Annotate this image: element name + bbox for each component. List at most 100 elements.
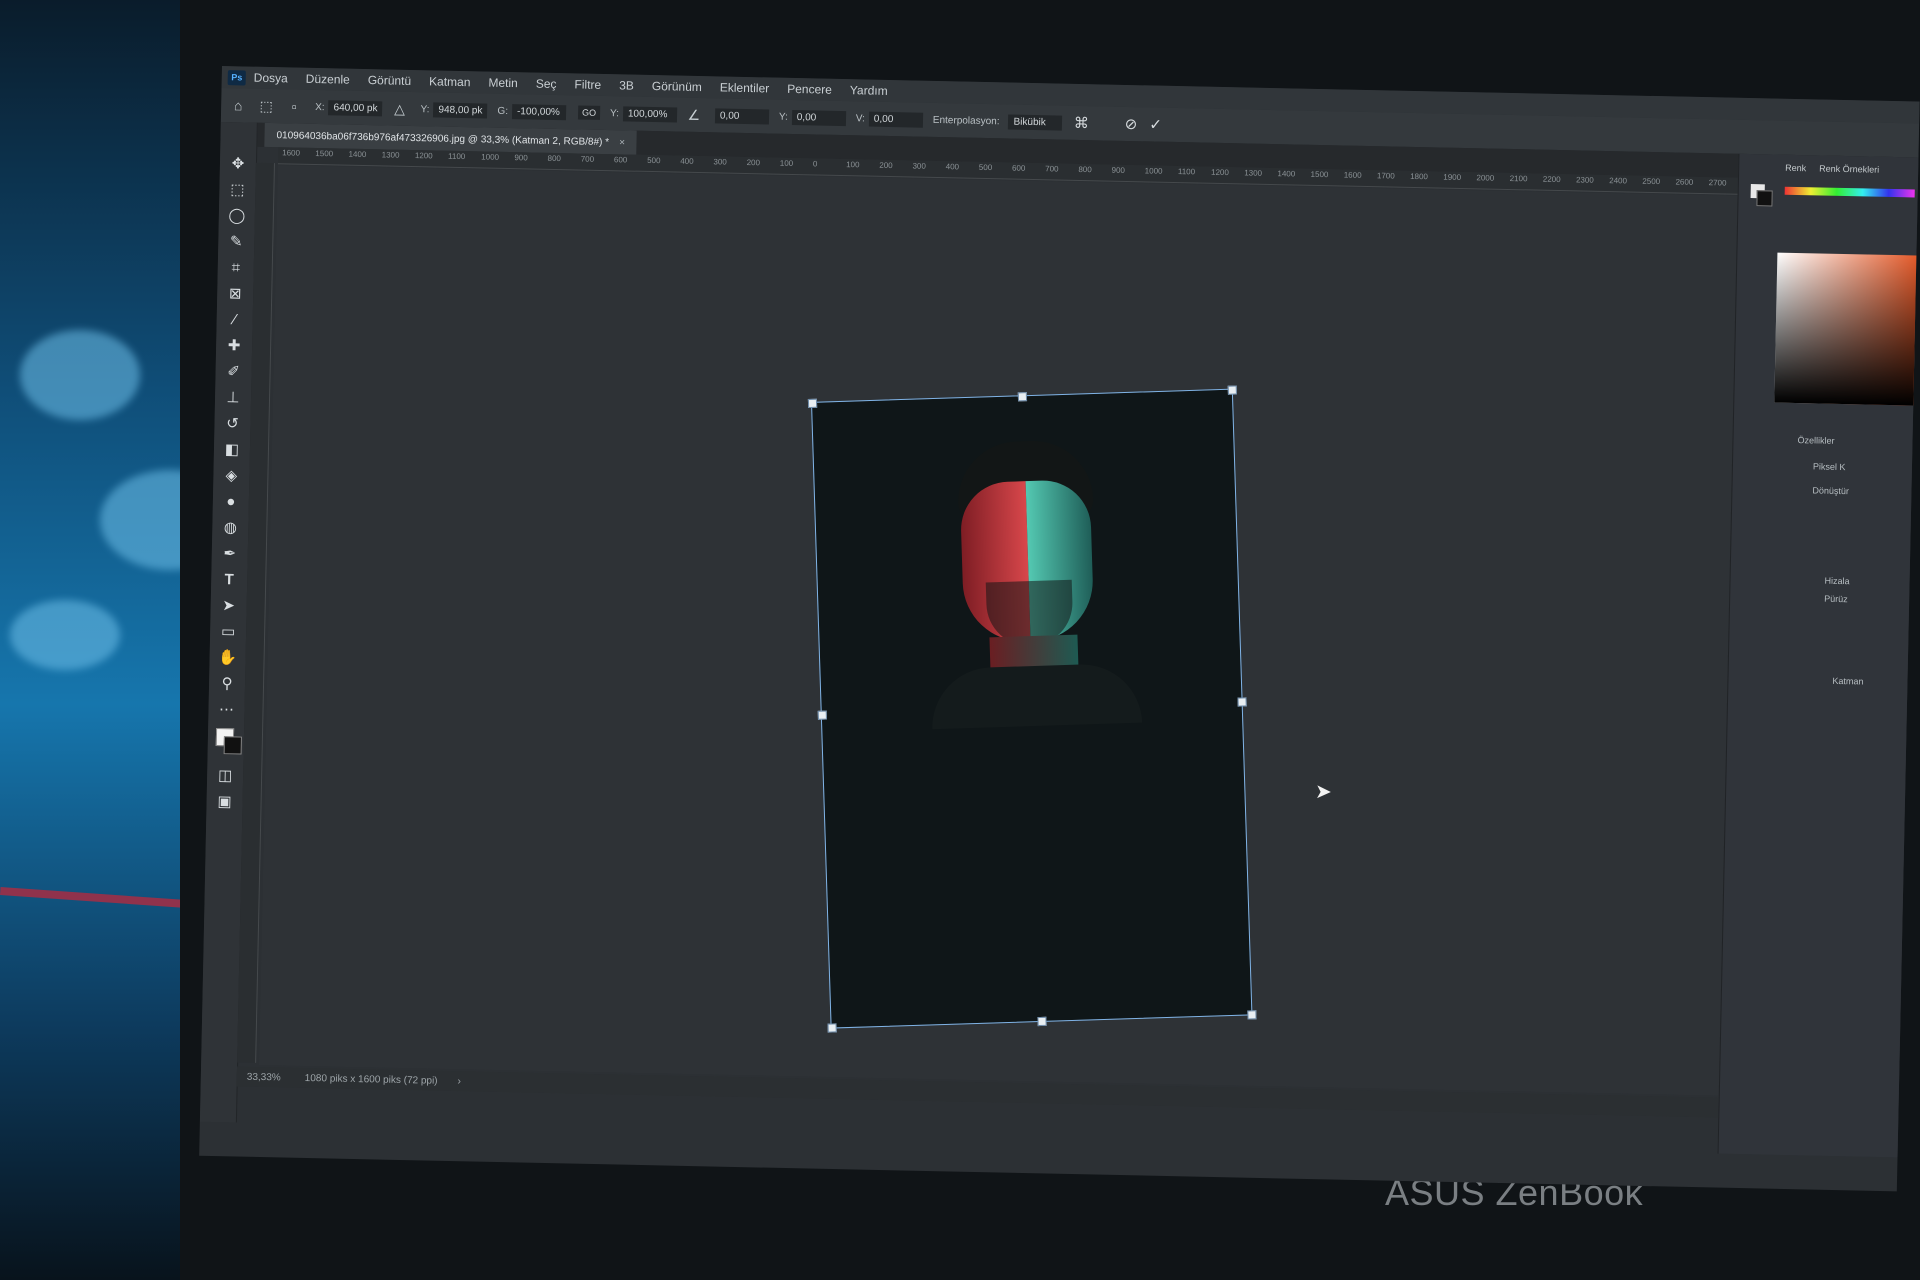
quick-select-icon[interactable]: ✎ (218, 228, 255, 255)
width-input[interactable]: -100,00% (511, 103, 567, 120)
x-field[interactable]: X: 640,00 pk (315, 99, 383, 116)
y-input[interactable]: 948,00 pk (433, 101, 488, 119)
frame-icon[interactable]: ⊠ (217, 280, 254, 307)
ruler-tick: 100 (846, 160, 860, 170)
brush-icon[interactable]: ✐ (215, 358, 252, 385)
swatches-tab[interactable]: Renk Örnekleri (1819, 163, 1879, 174)
zoom-level[interactable]: 33,33% (247, 1071, 281, 1083)
interpolation-select[interactable]: Bikübik (1007, 113, 1062, 131)
crop-icon[interactable]: ⌗ (218, 254, 255, 281)
app-logo[interactable]: Ps (227, 69, 246, 85)
menu-select[interactable]: Seç (536, 77, 557, 91)
ruler-tick: 400 (680, 156, 694, 166)
home-icon[interactable]: ⌂ (227, 97, 249, 113)
ruler-tick: 700 (1045, 164, 1059, 174)
close-tab-icon[interactable]: × (619, 137, 625, 148)
hand-icon[interactable]: ✋ (209, 644, 246, 671)
cancel-transform-icon[interactable]: ⊘ (1125, 115, 1138, 133)
ruler-tick: 1900 (1443, 172, 1462, 182)
height-label: Y: (609, 107, 620, 119)
background-color-swatch[interactable] (223, 736, 242, 755)
delta-icon[interactable]: △ (388, 100, 410, 117)
height-input[interactable]: 100,00% (622, 105, 678, 123)
move-icon[interactable]: ✥ (220, 150, 257, 177)
rectangle-icon[interactable]: ▭ (210, 618, 247, 645)
angle-field[interactable]: 0,00 (714, 107, 770, 124)
smooth-label: Pürüz (1824, 593, 1848, 605)
properties-section-title[interactable]: Özellikler (1797, 435, 1834, 446)
transform-handle-left[interactable] (817, 710, 827, 720)
hue-slider[interactable] (1784, 186, 1915, 198)
hskew-input[interactable]: 0,00 (791, 109, 846, 126)
status-arrow-icon[interactable]: › (457, 1076, 461, 1087)
portrait-image (812, 390, 1251, 1028)
color-tab[interactable]: Renk (1785, 163, 1806, 173)
blur-icon[interactable]: ● (213, 488, 250, 515)
commit-transform-icon[interactable]: ✓ (1149, 115, 1162, 133)
menu-filter[interactable]: Filtre (574, 77, 601, 92)
ruler-tick: 900 (514, 153, 528, 163)
image-layer[interactable] (807, 385, 1257, 1033)
warp-icon[interactable]: ⌘ (1074, 114, 1089, 132)
quick-mask-icon[interactable]: ◫ (207, 762, 244, 789)
marquee-icon[interactable]: ⬚ (219, 176, 256, 203)
transform-handle-bottom-right[interactable] (1247, 1010, 1257, 1020)
pen-icon[interactable]: ✒ (212, 540, 249, 567)
x-input[interactable]: 640,00 pk (328, 99, 383, 116)
dodge-icon[interactable]: ◍ (212, 514, 249, 541)
interpolation-field[interactable]: Enterpolasyon: Bikübik (933, 112, 1062, 131)
ruler-tick: 100 (779, 158, 794, 168)
menu-file[interactable]: Dosya (254, 71, 288, 86)
transform-handle-top-left[interactable] (807, 398, 818, 408)
transform-handle-top-right[interactable] (1227, 385, 1237, 395)
eyedropper-icon[interactable]: ⁄ (216, 306, 253, 333)
transform-handle-top[interactable] (1017, 392, 1028, 402)
type-icon[interactable]: T (211, 566, 248, 593)
panel-background-swatch[interactable] (1756, 190, 1773, 207)
path-select-icon[interactable]: ➤ (210, 592, 247, 619)
stamp-icon[interactable]: ⊥ (215, 384, 252, 411)
menu-view[interactable]: Görünüm (652, 79, 702, 94)
healing-icon[interactable]: ✚ (216, 332, 253, 359)
height-field[interactable]: Y: 100,00% (609, 105, 678, 123)
ruler-tick: 1300 (1244, 168, 1263, 178)
ruler-tick: 1000 (1144, 166, 1163, 176)
transform-icon[interactable]: ⬚ (255, 97, 277, 114)
vskew-field[interactable]: V: 0,00 (856, 111, 924, 128)
background-cloud (10, 600, 120, 670)
menu-window[interactable]: Pencere (787, 82, 832, 97)
lasso-icon[interactable]: ◯ (219, 202, 256, 229)
menu-layer[interactable]: Katman (429, 74, 471, 89)
menu-type[interactable]: Metin (488, 76, 518, 91)
canvas-area[interactable]: ➤ (259, 165, 1738, 1096)
align-section-title[interactable]: Hizala (1824, 576, 1849, 587)
ruler-tick: 1200 (1210, 167, 1229, 178)
transform-handle-right[interactable] (1237, 697, 1247, 707)
reference-point-icon[interactable]: ▫ (283, 98, 305, 114)
bucket-icon[interactable]: ◈ (213, 462, 250, 489)
menu-plugins[interactable]: Eklentiler (720, 80, 770, 95)
y-field[interactable]: Y: 948,00 pk (420, 101, 488, 119)
more-icon[interactable]: ⋯ (208, 696, 245, 723)
mouse-cursor-icon: ➤ (1314, 781, 1333, 804)
ruler-tick: 2500 (1642, 176, 1661, 187)
ruler-tick: 500 (647, 155, 661, 166)
transform-section-title[interactable]: Dönüştür (1812, 485, 1849, 496)
menu-image[interactable]: Görüntü (368, 73, 412, 88)
layers-section-title[interactable]: Katman (1832, 676, 1863, 687)
screen-mode-icon[interactable]: ▣ (206, 788, 243, 815)
hskew-field[interactable]: Y: 0,00 (779, 109, 846, 126)
width-field[interactable]: G: -100,00% (497, 103, 567, 120)
transform-handle-bottom[interactable] (1037, 1016, 1047, 1027)
zoom-icon[interactable]: ⚲ (209, 670, 246, 697)
transform-handle-bottom-left[interactable] (827, 1023, 837, 1033)
menu-3d[interactable]: 3B (619, 78, 634, 92)
link-toggle[interactable]: GO (577, 105, 601, 120)
angle-input[interactable]: 0,00 (714, 107, 770, 124)
eraser-icon[interactable]: ◧ (214, 436, 251, 463)
vskew-input[interactable]: 0,00 (868, 111, 924, 128)
menu-edit[interactable]: Düzenle (306, 72, 350, 87)
history-brush-icon[interactable]: ↺ (214, 410, 251, 437)
color-picker-field[interactable] (1774, 252, 1918, 406)
menu-help[interactable]: Yardım (850, 83, 888, 98)
